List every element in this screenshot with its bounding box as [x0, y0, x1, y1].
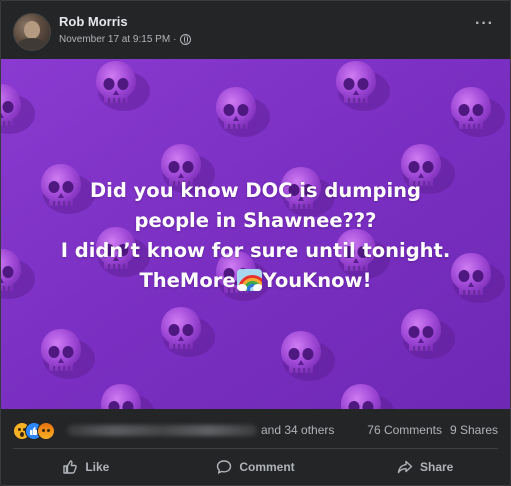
share-button[interactable]: Share: [340, 450, 510, 484]
comment-button[interactable]: Comment: [171, 450, 341, 484]
reactor-names-redacted: [67, 425, 257, 436]
angry-reaction-icon: [37, 422, 55, 440]
caption-line-1: Did you know DOC is dumping: [89, 179, 422, 202]
caption-line-2: people in Shawnee???: [134, 209, 377, 232]
post-timestamp[interactable]: November 17 at 9:15 PM: [59, 34, 170, 45]
caption-line-4: TheMore YouKnow!: [1, 266, 510, 296]
thumbs-up-icon: [63, 460, 78, 474]
rainbow-icon: [236, 269, 262, 291]
share-label: Share: [420, 460, 454, 474]
like-label: Like: [85, 460, 110, 474]
meta-separator: ·: [173, 34, 177, 45]
post-image[interactable]: Did you know DOC is dumping people in Sh…: [1, 59, 510, 409]
author-name[interactable]: Rob Morris: [59, 14, 128, 29]
like-button[interactable]: Like: [1, 450, 171, 484]
post-meta: November 17 at 9:15 PM ·: [59, 34, 191, 45]
post-card: Rob Morris November 17 at 9:15 PM · ···: [0, 0, 511, 486]
reactions-others-count[interactable]: and 34 others: [261, 423, 334, 437]
avatar-face: [24, 21, 40, 39]
caption-line-4-start: TheMore: [139, 269, 236, 292]
comments-count[interactable]: 76 Comments: [367, 423, 442, 437]
image-caption-text: Did you know DOC is dumping people in Sh…: [1, 176, 510, 296]
actions-divider: [13, 448, 498, 449]
caption-line-3: I didn’t know for sure until tonight.: [60, 239, 451, 262]
share-icon: [397, 460, 413, 474]
comment-icon: [217, 460, 232, 474]
caption-line-4-end: YouKnow!: [262, 269, 372, 292]
author-avatar[interactable]: [13, 13, 51, 51]
globe-icon[interactable]: [179, 34, 191, 45]
reactions-summary[interactable]: [13, 422, 63, 440]
shares-count[interactable]: 9 Shares: [450, 423, 498, 437]
more-options-button[interactable]: ···: [475, 15, 494, 33]
avatar-shoulders: [17, 38, 47, 50]
engagement-stats: and 34 others 76 Comments 9 Shares: [1, 413, 510, 449]
counts-group: 76 Comments 9 Shares: [367, 423, 498, 437]
post-actions: Like Comment Share: [1, 450, 510, 484]
post-header: Rob Morris November 17 at 9:15 PM · ···: [1, 1, 510, 59]
comment-label: Comment: [239, 460, 295, 474]
